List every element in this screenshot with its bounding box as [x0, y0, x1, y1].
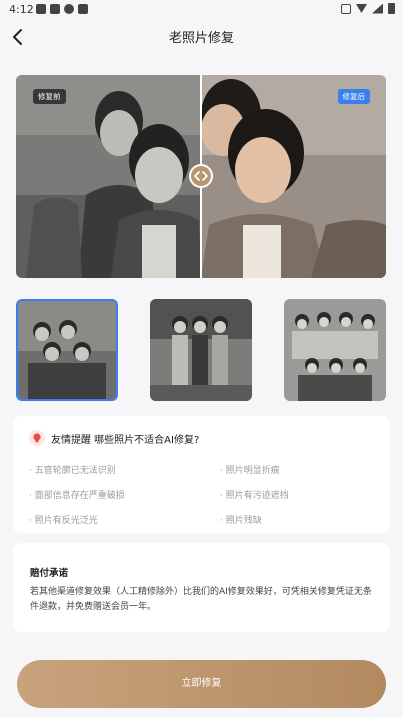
tips-heading: 友情提醒 哪些照片不适合AI修复?: [51, 434, 200, 446]
gallery-icon: [36, 4, 46, 14]
status-right-icons: [341, 3, 395, 14]
tip-item: · 面部信息存在严重破损: [29, 491, 125, 501]
promise-title: 赔付承诺: [30, 568, 69, 579]
sample-photo-2-image: [150, 299, 252, 401]
before-photo: [16, 75, 201, 278]
notification-icon: [50, 4, 60, 14]
sample-thumbnails: [16, 299, 386, 401]
before-label: 修复前: [33, 89, 66, 104]
after-photo: [201, 75, 386, 278]
promise-card: 赔付承诺 若其他渠道修复效果（人工精修除外）比我们的AI修复效果好，可凭相关修复…: [13, 543, 390, 632]
status-bar: 4:12: [0, 0, 403, 20]
wifi-icon: [356, 4, 367, 13]
sample-photo-3[interactable]: [284, 299, 386, 401]
vibrate-icon: [341, 3, 351, 14]
battery-icon: [388, 3, 395, 14]
sample-photo-1[interactable]: [16, 299, 118, 401]
message-icon: [64, 4, 74, 14]
nav-header: 老照片修复: [0, 20, 403, 52]
signal-icon: [372, 3, 383, 14]
promise-body: 若其他渠道修复效果（人工精修除外）比我们的AI修复效果好，可凭相关修复凭证无条件…: [30, 587, 372, 612]
tip-item: · 五官轮廓已无法识别: [29, 466, 116, 476]
left-right-arrows-icon: [194, 171, 208, 181]
restore-now-button[interactable]: 立即修复: [17, 660, 386, 708]
sample-photo-3-image: [284, 299, 386, 401]
app-icon: [78, 4, 88, 14]
lightbulb-icon: [29, 430, 45, 446]
tip-item: · 照片有污迹遮挡: [220, 491, 289, 501]
sample-photo-2[interactable]: [150, 299, 252, 401]
tips-heading-row: 友情提醒 哪些照片不适合AI修复?: [29, 430, 199, 446]
after-label: 修复后: [337, 89, 370, 104]
before-after-compare[interactable]: 修复前 修复后: [16, 75, 386, 278]
tips-card: 友情提醒 哪些照片不适合AI修复? · 五官轮廓已无法识别 · 照片明显折痕 ·…: [13, 416, 390, 533]
status-left-icons: [36, 4, 88, 14]
sample-photo-1-image: [18, 301, 116, 399]
tip-item: · 照片残缺: [220, 516, 262, 526]
status-time: 4:12: [9, 3, 34, 16]
tip-item: · 照片有反光泛光: [29, 516, 98, 526]
page-title: 老照片修复: [168, 31, 234, 46]
compare-slider-handle[interactable]: [189, 164, 213, 188]
tip-item: · 照片明显折痕: [220, 466, 280, 476]
